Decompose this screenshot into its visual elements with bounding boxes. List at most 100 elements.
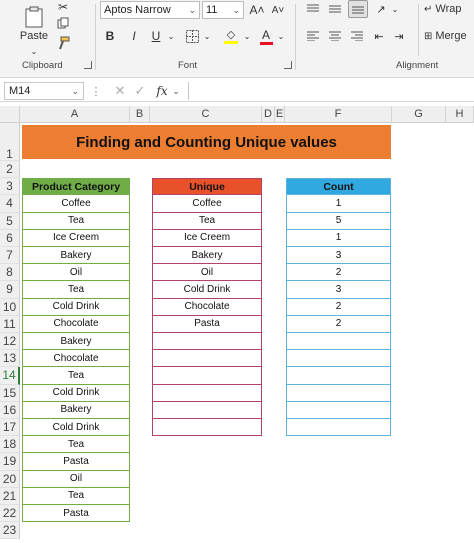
more-options-icon[interactable]: ⋮ <box>91 83 102 99</box>
merge-center-button[interactable]: ⊞ Merge <box>424 28 474 44</box>
product-category-cell[interactable]: Cold Drink <box>22 384 130 402</box>
product-category-cell[interactable]: Cold Drink <box>22 298 130 316</box>
unique-cell[interactable]: Cold Drink <box>152 281 262 299</box>
row-header-17[interactable]: 17 <box>0 419 20 437</box>
column-header-a[interactable]: A <box>20 106 130 123</box>
row-header-18[interactable]: 18 <box>0 436 20 454</box>
row-header-14[interactable]: 14 <box>0 367 20 385</box>
unique-cell[interactable] <box>152 384 262 402</box>
underline-button[interactable]: U <box>148 27 164 45</box>
count-cell[interactable] <box>286 333 391 351</box>
underline-dropdown-icon[interactable]: ⌄ <box>166 27 176 45</box>
unique-cell[interactable]: Ice Creem <box>152 229 262 247</box>
row-header-5[interactable]: 5 <box>0 212 20 230</box>
product-category-cell[interactable]: Tea <box>22 436 130 454</box>
font-size-select[interactable]: 11 ⌄ <box>202 1 244 19</box>
count-cell[interactable]: 2 <box>286 264 391 282</box>
font-color-icon[interactable]: A <box>258 26 274 46</box>
row-header-2[interactable]: 2 <box>0 161 20 179</box>
align-left-icon[interactable] <box>304 28 322 44</box>
unique-cell[interactable] <box>152 401 262 419</box>
unique-cell[interactable]: Pasta <box>152 315 262 333</box>
count-cell[interactable]: 2 <box>286 315 391 333</box>
orientation-dropdown-icon[interactable]: ⌄ <box>390 1 400 17</box>
unique-cell[interactable]: Coffee <box>152 195 262 213</box>
increase-indent-icon[interactable]: ⇥ <box>390 28 408 44</box>
orientation-icon[interactable]: ↗ <box>372 1 390 17</box>
row-header-15[interactable]: 15 <box>0 384 20 402</box>
product-category-cell[interactable]: Oil <box>22 264 130 282</box>
count-cell[interactable]: 1 <box>286 229 391 247</box>
column-header-e[interactable]: E <box>275 106 285 123</box>
shrink-font-button[interactable]: A˅ <box>269 1 287 19</box>
italic-button[interactable]: I <box>126 27 142 45</box>
select-all-corner[interactable] <box>0 106 20 123</box>
borders-icon[interactable] <box>184 28 200 44</box>
row-header-6[interactable]: 6 <box>0 229 20 247</box>
product-category-cell[interactable]: Bakery <box>22 333 130 351</box>
unique-cell[interactable]: Bakery <box>152 247 262 265</box>
product-category-cell[interactable]: Bakery <box>22 247 130 265</box>
unique-cell[interactable]: Oil <box>152 264 262 282</box>
align-top-icon[interactable] <box>304 1 322 17</box>
unique-cell[interactable] <box>152 367 262 385</box>
insert-function-button[interactable]: fx <box>154 83 170 99</box>
column-header-g[interactable]: G <box>392 106 446 123</box>
wrap-text-button[interactable]: ↵ Wrap <box>424 1 474 17</box>
enter-icon[interactable]: ✓ <box>132 83 148 99</box>
formula-input[interactable] <box>188 82 472 100</box>
row-header-1[interactable]: 1 <box>0 123 20 161</box>
borders-dropdown-icon[interactable]: ⌄ <box>202 27 212 45</box>
row-header-8[interactable]: 8 <box>0 264 20 282</box>
product-category-cell[interactable]: Chocolate <box>22 350 130 368</box>
paste-button[interactable]: Paste <box>16 2 52 46</box>
count-cell[interactable] <box>286 384 391 402</box>
font-color-dropdown-icon[interactable]: ⌄ <box>276 27 286 45</box>
count-cell[interactable] <box>286 350 391 368</box>
formula-expand-icon[interactable]: ⌄ <box>170 83 182 99</box>
product-category-cell[interactable]: Tea <box>22 281 130 299</box>
column-header-f[interactable]: F <box>285 106 392 123</box>
count-cell[interactable]: 3 <box>286 281 391 299</box>
fill-color-dropdown-icon[interactable]: ⌄ <box>242 27 252 45</box>
count-cell[interactable]: 3 <box>286 247 391 265</box>
column-header-c[interactable]: C <box>150 106 262 123</box>
row-header-7[interactable]: 7 <box>0 247 20 265</box>
column-header-d[interactable]: D <box>262 106 275 123</box>
cancel-icon[interactable]: ✕ <box>112 83 128 99</box>
font-name-select[interactable]: Aptos Narrow ⌄ <box>100 1 200 19</box>
product-category-cell[interactable]: Chocolate <box>22 315 130 333</box>
row-header-13[interactable]: 13 <box>0 350 20 368</box>
align-center-icon[interactable] <box>326 28 344 44</box>
clipboard-launcher-icon[interactable] <box>84 61 92 69</box>
unique-cell[interactable] <box>152 350 262 368</box>
fill-color-icon[interactable]: ◇ <box>222 26 240 46</box>
count-cell[interactable]: 1 <box>286 195 391 213</box>
cut-icon[interactable]: ✂ <box>55 0 71 14</box>
count-cell[interactable] <box>286 367 391 385</box>
product-category-cell[interactable]: Ice Creem <box>22 229 130 247</box>
row-header-3[interactable]: 3 <box>0 178 20 196</box>
row-header-16[interactable]: 16 <box>0 401 20 419</box>
column-header-h[interactable]: H <box>446 106 474 123</box>
unique-cell[interactable] <box>152 419 262 437</box>
bold-button[interactable]: B <box>102 27 118 45</box>
row-header-22[interactable]: 22 <box>0 505 20 523</box>
column-header-b[interactable]: B <box>130 106 150 123</box>
product-category-cell[interactable]: Oil <box>22 470 130 488</box>
product-category-header[interactable]: Product Category <box>22 178 130 196</box>
count-header[interactable]: Count <box>286 178 391 196</box>
row-header-4[interactable]: 4 <box>0 195 20 213</box>
product-category-cell[interactable]: Pasta <box>22 505 130 523</box>
grow-font-button[interactable]: A˄ <box>248 1 266 19</box>
align-bottom-icon[interactable] <box>348 0 368 18</box>
decrease-indent-icon[interactable]: ⇤ <box>370 28 388 44</box>
row-header-20[interactable]: 20 <box>0 470 20 488</box>
unique-header[interactable]: Unique <box>152 178 262 196</box>
count-cell[interactable]: 2 <box>286 298 391 316</box>
unique-cell[interactable]: Tea <box>152 212 262 230</box>
align-right-icon[interactable] <box>348 28 366 44</box>
product-category-cell[interactable]: Tea <box>22 487 130 505</box>
unique-cell[interactable]: Chocolate <box>152 298 262 316</box>
row-header-23[interactable]: 23 <box>0 522 20 540</box>
